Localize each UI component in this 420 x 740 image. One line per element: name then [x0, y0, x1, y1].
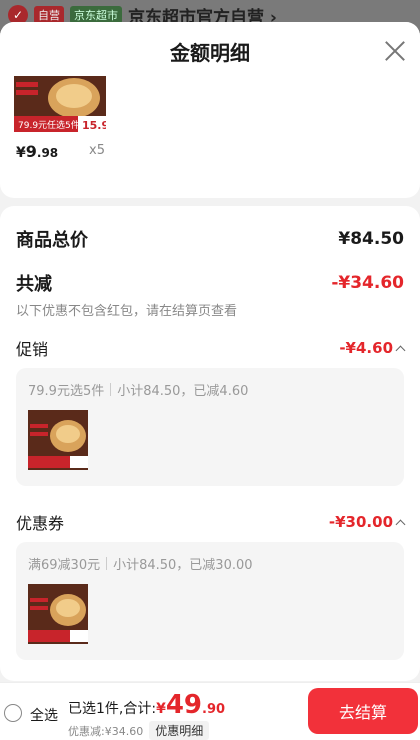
selected-count-text: 已选1件,合计: [68, 701, 157, 717]
coupon-detail-box: 满69减30元 小计84.50，已减30.00 [16, 542, 404, 660]
promotion-rule: 79.9元选5件 [28, 384, 105, 399]
amount-detail-sheet: 金额明细 79.9元任选5件 15.9 ¥9.98 x5 商品总价 ¥84.50… [0, 22, 420, 740]
promotion-detail-box: 79.9元选5件 小计84.50，已减4.60 [16, 368, 404, 486]
promotion-subtotal: 小计84.50，已减4.60 [117, 384, 249, 399]
promotion-value: -¥4.60 [339, 339, 393, 357]
total-price-label: 商品总价 [16, 230, 88, 251]
chevron-up-icon[interactable] [395, 345, 406, 355]
thumb-price-text: 15.9 [82, 119, 106, 132]
sheet-header: 金额明细 [0, 22, 420, 80]
price-breakdown-card: 商品总价 ¥84.50 共减 -¥34.60 以下优惠不包含红包，请在结算页查看… [0, 206, 420, 681]
discount-note: 以下优惠不包含红包，请在结算页查看 [16, 304, 238, 319]
coupon-product-thumbnail[interactable] [28, 584, 88, 644]
product-thumbnail: 79.9元任选5件 15.9 [14, 76, 106, 132]
total-currency: ¥ [156, 701, 166, 717]
sheet-title: 金额明细 [170, 40, 250, 65]
total-discount-value: -¥34.60 [331, 273, 404, 293]
selected-total: 已选1件,合计: ¥ 49 .90 [68, 692, 225, 718]
product-price: ¥9.98 [16, 142, 59, 161]
coupon-label: 优惠券 [16, 514, 65, 533]
total-price-row: 商品总价 ¥84.50 [16, 226, 404, 252]
discount-summary: 优惠减:¥34.60 优惠明细 [68, 721, 210, 740]
close-icon[interactable] [382, 38, 408, 64]
product-card: 79.9元任选5件 15.9 ¥9.98 x5 [0, 76, 420, 198]
discount-amount-text: 优惠减:¥34.60 [68, 724, 144, 738]
select-all-radio[interactable] [4, 704, 22, 722]
discount-detail-button[interactable]: 优惠明细 [149, 721, 210, 740]
coupon-row[interactable]: 优惠券 -¥30.00 [16, 510, 406, 534]
promotion-label: 促销 [16, 340, 49, 359]
total-decimal: .90 [202, 702, 226, 717]
promotion-row[interactable]: 促销 -¥4.60 [16, 336, 406, 360]
coupon-rule: 满69减30元 [28, 558, 101, 573]
select-all-label[interactable]: 全选 [30, 705, 58, 725]
total-discount-row: 共减 -¥34.60 [16, 270, 404, 296]
total-price-value: ¥84.50 [338, 229, 404, 249]
product-quantity: x5 [89, 143, 105, 158]
total-discount-label: 共减 [16, 274, 52, 295]
total-integer: 49 [165, 690, 203, 720]
thumb-tag-text: 79.9元任选5件 [18, 119, 80, 131]
checkout-button[interactable]: 去结算 [308, 688, 418, 734]
coupon-value: -¥30.00 [328, 513, 393, 531]
coupon-subtotal: 小计84.50，已减30.00 [113, 558, 253, 573]
divider [106, 557, 108, 570]
promotion-product-thumbnail[interactable] [28, 410, 88, 470]
checkout-bar: 全选 已选1件,合计: ¥ 49 .90 优惠减:¥34.60 优惠明细 去结算 [0, 682, 420, 740]
chevron-up-icon[interactable] [395, 519, 406, 529]
divider [110, 383, 112, 396]
